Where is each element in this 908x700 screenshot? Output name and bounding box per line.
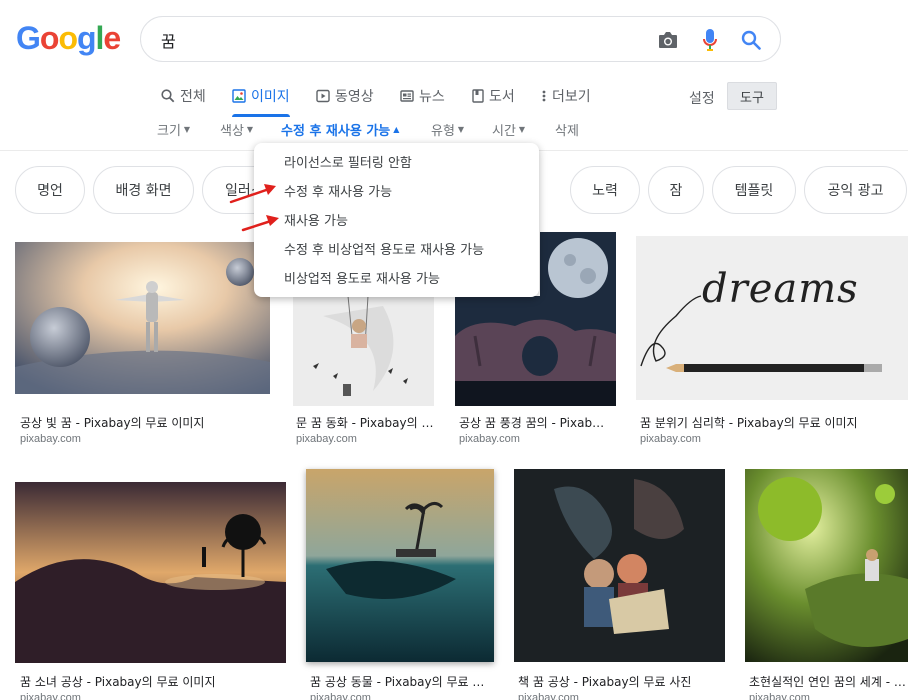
result-title[interactable]: 공상 빛 꿈 - Pixabay의 무료 이미지 <box>20 414 270 431</box>
tab-label: 뉴스 <box>419 89 445 105</box>
tab-news[interactable]: 뉴스 <box>400 82 445 110</box>
tab-images[interactable]: 이미지 <box>232 82 290 117</box>
result-title[interactable]: 공상 꿈 풍경 꿈의 - Pixabay의 무료 이미지 <box>459 414 611 431</box>
logo-letter: o <box>58 20 78 56</box>
caret-down-icon: ▼ <box>183 125 191 134</box>
result-title[interactable]: 문 꿈 동화 - Pixabay의 무료 이미지 <box>296 414 436 431</box>
result-thumbnail[interactable] <box>455 296 616 406</box>
more-vert-icon <box>542 90 546 102</box>
filter-label: 색상 <box>220 124 244 139</box>
chip-wallpaper[interactable]: 배경 화면 <box>93 166 194 214</box>
result-thumbnail[interactable] <box>745 469 908 662</box>
caret-up-icon: ▲ <box>393 125 400 134</box>
chip-sleep[interactable]: 잠 <box>648 166 704 214</box>
result-thumbnail[interactable] <box>293 296 434 406</box>
book-icon <box>472 89 484 103</box>
filter-time[interactable]: 시간 ▼ <box>492 120 525 139</box>
result-source[interactable]: pixabay.com <box>640 433 701 445</box>
tab-more[interactable]: 더보기 <box>541 82 591 110</box>
filter-label: 유형 <box>431 124 455 139</box>
result-source[interactable]: pixabay.com <box>296 433 357 445</box>
result-source[interactable]: pixabay.com <box>459 433 520 445</box>
result-title[interactable]: 꿈 공상 동물 - Pixabay의 무료 이미지 <box>310 673 490 690</box>
play-icon <box>316 89 330 103</box>
filter-label: 크기 <box>157 124 181 139</box>
logo-letter: e <box>103 20 121 56</box>
result-source[interactable]: pixabay.com <box>310 692 371 700</box>
menu-item-noncommercial-reuse-modify[interactable]: 수정 후 비상업적 용도로 재사용 가능 <box>254 234 539 263</box>
moon-image-part <box>540 232 616 302</box>
camera-icon[interactable] <box>656 28 680 52</box>
result-thumbnail[interactable] <box>15 482 286 663</box>
result-source[interactable]: pixabay.com <box>20 433 81 445</box>
microphone-icon[interactable] <box>698 28 722 52</box>
caret-down-icon: ▼ <box>518 125 526 134</box>
chip-quotes[interactable]: 명언 <box>15 166 85 214</box>
search-icon <box>161 89 175 103</box>
tab-label: 이미지 <box>251 89 290 105</box>
tab-all[interactable]: 전체 <box>161 82 206 110</box>
filter-color[interactable]: 색상 ▼ <box>220 120 253 139</box>
filter-usage-rights[interactable]: 수정 후 재사용 가능 ▲ <box>281 120 399 139</box>
search-input[interactable] <box>161 27 641 53</box>
result-title[interactable]: 초현실적인 연인 꿈의 세계 - Pixabay의 무료 이미지 <box>749 673 908 690</box>
chip-public-ad[interactable]: 공익 광고 <box>804 166 907 214</box>
tab-books[interactable]: 도서 <box>472 82 515 110</box>
result-thumbnail[interactable]: dreams <box>636 236 908 400</box>
result-title[interactable]: 꿈 소녀 공상 - Pixabay의 무료 이미지 <box>20 673 285 690</box>
search-icon[interactable] <box>739 28 763 52</box>
result-thumbnail[interactable] <box>306 469 494 662</box>
filter-toolbar: 크기 ▼ 색상 ▼ 수정 후 재사용 가능 ▲ 유형 ▼ 시간 ▼ 삭제 <box>0 120 908 142</box>
chip-effort[interactable]: 노력 <box>570 166 640 214</box>
caret-down-icon: ▼ <box>246 125 254 134</box>
result-source[interactable]: pixabay.com <box>749 692 810 700</box>
result-title[interactable]: 책 꿈 공상 - Pixabay의 무료 사진 <box>518 673 723 690</box>
image-icon <box>232 89 246 103</box>
tab-label: 동영상 <box>335 89 374 105</box>
caret-down-icon: ▼ <box>457 125 465 134</box>
dreams-script-text: dreams <box>702 266 859 312</box>
filter-label: 삭제 <box>555 124 579 139</box>
menu-item-no-filter[interactable]: 라이선스로 필터링 안함 <box>254 147 539 176</box>
tab-label: 더보기 <box>552 89 591 105</box>
chip-template[interactable]: 템플릿 <box>712 166 796 214</box>
filter-size[interactable]: 크기 ▼ <box>157 120 190 139</box>
tab-label: 전체 <box>180 89 206 105</box>
menu-item-reuse-modify[interactable]: 수정 후 재사용 가능 <box>254 176 539 205</box>
red-arrow-annotation <box>241 215 279 232</box>
usage-rights-menu: 라이선스로 필터링 안함 수정 후 재사용 가능 재사용 가능 수정 후 비상업… <box>254 143 539 297</box>
filter-type[interactable]: 유형 ▼ <box>431 120 464 139</box>
search-tabs: 전체 이미지 동영상 뉴스 도서 더보기 설정 도구 <box>0 82 908 117</box>
search-box <box>140 16 781 62</box>
menu-item-reuse[interactable]: 재사용 가능 <box>254 205 539 234</box>
logo-letter: g <box>76 20 97 56</box>
logo-letter: G <box>16 20 41 56</box>
result-source[interactable]: pixabay.com <box>20 692 81 700</box>
settings-link[interactable]: 설정 <box>689 88 715 108</box>
result-source[interactable]: pixabay.com <box>518 692 579 700</box>
menu-item-noncommercial-reuse[interactable]: 비상업적 용도로 재사용 가능 <box>254 263 539 292</box>
news-icon <box>400 90 414 102</box>
filter-label: 수정 후 재사용 가능 <box>281 124 391 139</box>
result-thumbnail[interactable] <box>15 242 270 394</box>
filter-clear[interactable]: 삭제 <box>555 120 579 139</box>
result-thumbnail[interactable] <box>514 469 725 662</box>
result-title[interactable]: 꿈 분위기 심리학 - Pixabay의 무료 이미지 <box>640 414 905 431</box>
red-arrow-annotation <box>229 184 276 204</box>
filter-label: 시간 <box>492 124 516 139</box>
tab-videos[interactable]: 동영상 <box>316 82 374 110</box>
google-logo[interactable]: Google <box>16 20 121 56</box>
tools-button[interactable]: 도구 <box>727 82 777 110</box>
tab-label: 도서 <box>489 89 515 105</box>
logo-letter: o <box>39 20 60 56</box>
